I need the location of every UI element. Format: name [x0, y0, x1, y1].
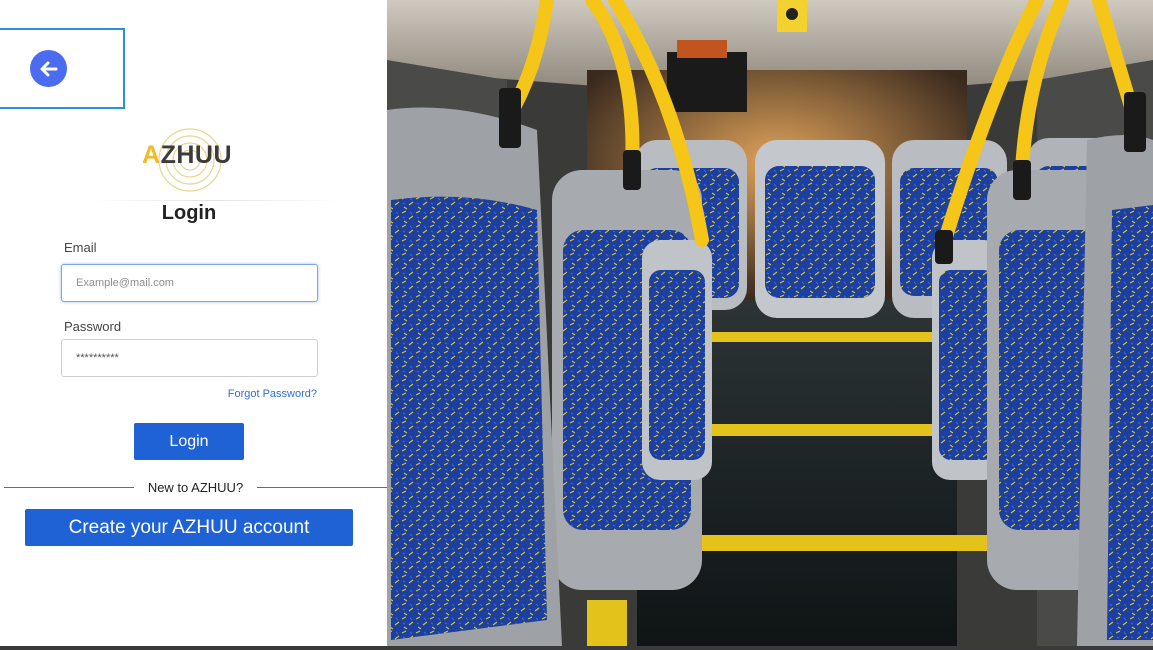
hero-image	[387, 0, 1153, 646]
logo-text: AZHUU	[142, 141, 232, 170]
password-label: Password	[64, 319, 122, 334]
divider-line-left	[4, 486, 134, 488]
bus-interior-illustration	[387, 0, 1153, 646]
forgot-password-link[interactable]: Forgot Password?	[228, 388, 317, 400]
signup-divider: New to AZHUU?	[4, 477, 387, 497]
login-page: AZHUU Login Email Password Forgot Passwo…	[0, 0, 1153, 650]
bottom-edge	[0, 646, 1153, 650]
logo-divider	[90, 200, 340, 201]
login-button[interactable]: Login	[134, 423, 244, 460]
back-button[interactable]	[30, 50, 67, 87]
email-label: Email	[64, 240, 97, 255]
password-field[interactable]	[61, 339, 318, 377]
divider-line-right	[257, 486, 387, 488]
email-field[interactable]	[61, 264, 318, 302]
page-title: Login	[161, 202, 217, 224]
arrow-left-icon	[40, 61, 57, 76]
divider-text: New to AZHUU?	[147, 479, 244, 495]
login-panel: AZHUU Login Email Password Forgot Passwo…	[0, 0, 387, 646]
logo-rest: ZHUU	[160, 141, 232, 169]
logo-prefix: A	[142, 141, 161, 169]
create-account-button[interactable]: Create your AZHUU account	[25, 509, 353, 546]
